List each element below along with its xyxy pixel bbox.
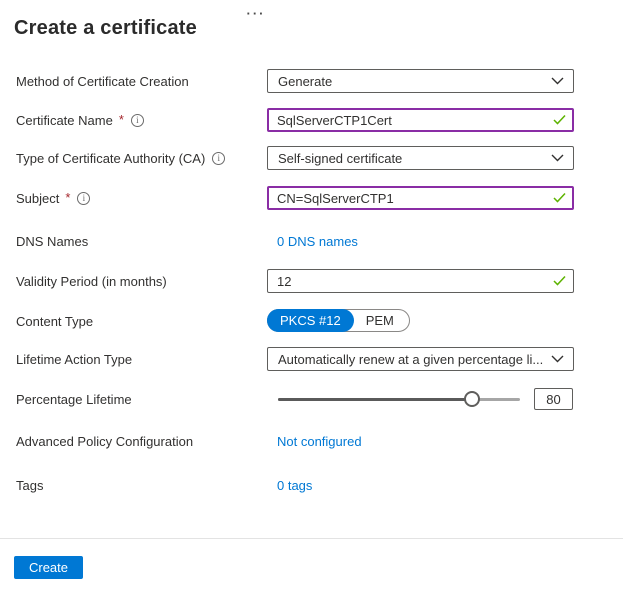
footer-divider: [0, 538, 623, 539]
subject-label: Subject * i: [16, 186, 90, 210]
info-icon[interactable]: i: [212, 152, 225, 165]
subject-field: [267, 186, 574, 210]
content-type-label: Content Type: [16, 309, 93, 333]
more-options-button[interactable]: ···: [244, 2, 268, 26]
validity-field: [267, 269, 574, 293]
slider-thumb[interactable]: [464, 391, 480, 407]
method-row: Method of Certificate Creation Generate: [0, 69, 623, 93]
certificate-name-row: Certificate Name * i: [0, 108, 623, 132]
validity-row: Validity Period (in months): [0, 269, 623, 293]
certificate-name-input[interactable]: [267, 108, 574, 132]
method-dropdown[interactable]: Generate: [267, 69, 574, 93]
required-asterisk: *: [119, 112, 124, 127]
valid-checkmark-icon: [553, 193, 566, 204]
lifetime-action-dropdown-value: Automatically renew at a given percentag…: [278, 352, 543, 367]
content-type-toggle: PKCS #12 PEM: [267, 309, 410, 332]
valid-checkmark-icon: [553, 276, 566, 287]
chevron-down-icon: [551, 355, 564, 363]
validity-label: Validity Period (in months): [16, 269, 167, 293]
lifetime-action-row: Lifetime Action Type Automatically renew…: [0, 347, 623, 371]
validity-input[interactable]: [267, 269, 574, 293]
content-type-option-pkcs12[interactable]: PKCS #12: [267, 309, 354, 332]
tags-label: Tags: [16, 473, 43, 497]
chevron-down-icon: [551, 154, 564, 162]
method-label: Method of Certificate Creation: [16, 69, 189, 93]
chevron-down-icon: [551, 77, 564, 85]
slider-fill: [278, 398, 472, 401]
advanced-policy-label: Advanced Policy Configuration: [16, 429, 193, 453]
lifetime-action-label: Lifetime Action Type: [16, 347, 132, 371]
ca-type-row: Type of Certificate Authority (CA) i Sel…: [0, 146, 623, 170]
percentage-lifetime-label: Percentage Lifetime: [16, 387, 132, 411]
valid-checkmark-icon: [553, 115, 566, 126]
ca-type-label: Type of Certificate Authority (CA) i: [16, 146, 225, 170]
page-title: Create a certificate: [14, 17, 197, 40]
percentage-input[interactable]: [534, 388, 573, 410]
percentage-lifetime-row: Percentage Lifetime: [0, 387, 623, 411]
ca-type-dropdown-value: Self-signed certificate: [278, 151, 402, 166]
subject-input[interactable]: [267, 186, 574, 210]
create-certificate-panel: Create a certificate ··· Method of Certi…: [0, 0, 623, 594]
advanced-policy-row: Advanced Policy Configuration Not config…: [0, 429, 623, 453]
method-dropdown-value: Generate: [278, 74, 332, 89]
dns-names-row: DNS Names 0 DNS names: [0, 229, 623, 253]
percentage-slider: [267, 387, 520, 411]
dns-names-label: DNS Names: [16, 229, 88, 253]
required-asterisk: *: [65, 190, 70, 205]
subject-row: Subject * i: [0, 186, 623, 210]
info-icon[interactable]: i: [77, 192, 90, 205]
info-icon[interactable]: i: [131, 114, 144, 127]
lifetime-action-dropdown[interactable]: Automatically renew at a given percentag…: [267, 347, 574, 371]
content-type-option-pem[interactable]: PEM: [354, 309, 409, 332]
certificate-name-field: [267, 108, 574, 132]
dns-names-link[interactable]: 0 DNS names: [277, 234, 358, 249]
ca-type-dropdown[interactable]: Self-signed certificate: [267, 146, 574, 170]
content-type-row: Content Type PKCS #12 PEM: [0, 309, 623, 333]
create-button[interactable]: Create: [14, 556, 83, 579]
advanced-policy-link[interactable]: Not configured: [277, 434, 362, 449]
certificate-name-label: Certificate Name * i: [16, 108, 144, 132]
tags-row: Tags 0 tags: [0, 473, 623, 497]
tags-link[interactable]: 0 tags: [277, 478, 312, 493]
